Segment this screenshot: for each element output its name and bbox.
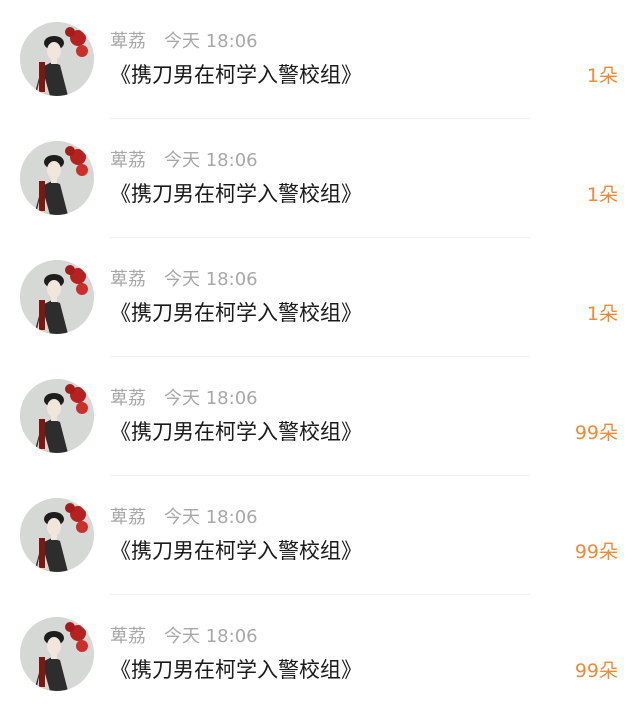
username[interactable]: 萆荔 [110,150,146,171]
record-meta: 萆荔 今天 18:06 [110,268,258,292]
record-meta: 萆荔 今天 18:06 [110,387,258,411]
timestamp: 今天 18:06 [164,269,258,290]
timestamp: 今天 18:06 [164,388,258,409]
gift-record-item[interactable]: 萆荔 今天 18:06 《携刀男在柯学入警校组》 1朵 [0,238,640,357]
gift-record-list: 萆荔 今天 18:06 《携刀男在柯学入警校组》 1朵 萆荔 今天 18:06 《携… [0,0,640,720]
username[interactable]: 萆荔 [110,31,146,52]
timestamp: 今天 18:06 [164,507,258,528]
username[interactable]: 萆荔 [110,626,146,647]
book-title[interactable]: 《携刀男在柯学入警校组》 [110,536,362,566]
gift-record-item[interactable]: 萆荔 今天 18:06 《携刀男在柯学入警校组》 99朵 [0,476,640,595]
user-avatar-icon[interactable] [20,260,94,334]
gift-amount: 99朵 [574,660,618,682]
timestamp: 今天 18:06 [164,31,258,52]
book-title[interactable]: 《携刀男在柯学入警校组》 [110,60,362,90]
book-title[interactable]: 《携刀男在柯学入警校组》 [110,298,362,328]
gift-record-item[interactable]: 萆荔 今天 18:06 《携刀男在柯学入警校组》 99朵 [0,357,640,476]
user-avatar-icon[interactable] [20,617,94,691]
gift-amount: 1朵 [586,184,618,206]
gift-amount: 99朵 [574,422,618,444]
username[interactable]: 萆荔 [110,388,146,409]
gift-amount: 1朵 [586,303,618,325]
timestamp: 今天 18:06 [164,626,258,647]
gift-record-item[interactable]: 萆荔 今天 18:06 《携刀男在柯学入警校组》 1朵 [0,119,640,238]
book-title[interactable]: 《携刀男在柯学入警校组》 [110,417,362,447]
user-avatar-icon[interactable] [20,141,94,215]
username[interactable]: 萆荔 [110,507,146,528]
record-meta: 萆荔 今天 18:06 [110,30,258,54]
record-meta: 萆荔 今天 18:06 [110,506,258,530]
gift-record-item[interactable]: 萆荔 今天 18:06 《携刀男在柯学入警校组》 1朵 [0,0,640,119]
user-avatar-icon[interactable] [20,498,94,572]
user-avatar-icon[interactable] [20,22,94,96]
user-avatar-icon[interactable] [20,379,94,453]
username[interactable]: 萆荔 [110,269,146,290]
book-title[interactable]: 《携刀男在柯学入警校组》 [110,179,362,209]
book-title[interactable]: 《携刀男在柯学入警校组》 [110,655,362,685]
timestamp: 今天 18:06 [164,150,258,171]
gift-amount: 1朵 [586,65,618,87]
gift-amount: 99朵 [574,541,618,563]
gift-record-item[interactable]: 萆荔 今天 18:06 《携刀男在柯学入警校组》 99朵 [0,595,640,714]
record-meta: 萆荔 今天 18:06 [110,149,258,173]
record-meta: 萆荔 今天 18:06 [110,625,258,649]
